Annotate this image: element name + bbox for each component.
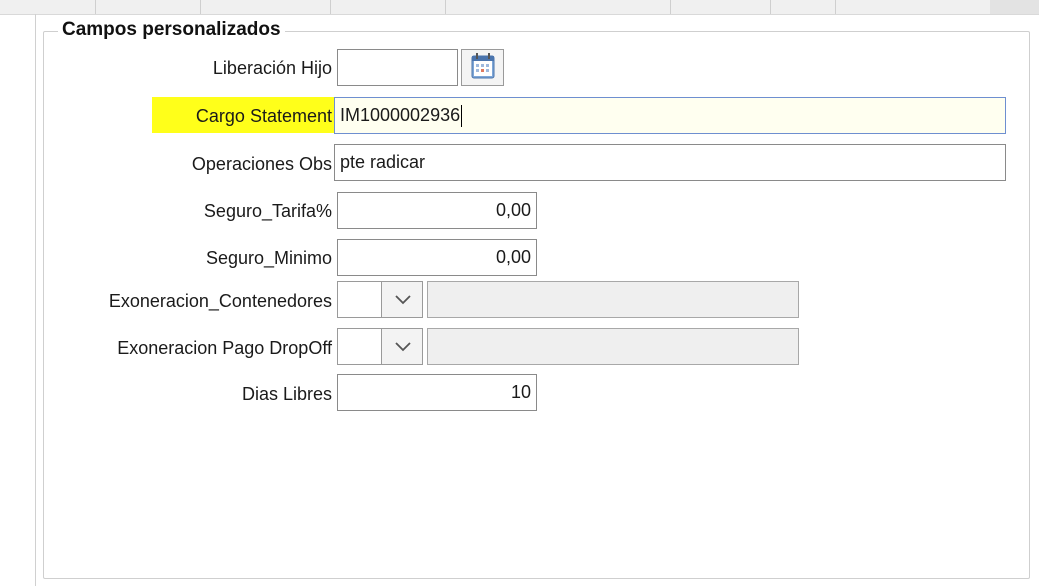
calendar-icon [471, 53, 495, 79]
toolbar-separator [445, 0, 446, 14]
liberacion-hijo-label: Liberación Hijo [212, 58, 332, 78]
top-toolbar-strip [0, 0, 1039, 15]
cargo-statement-value: IM1000002936 [340, 105, 461, 125]
seguro-minimo-input[interactable]: 0,00 [337, 239, 537, 276]
operaciones-obs-input[interactable]: pte radicar [334, 144, 1006, 181]
chevron-down-icon [395, 342, 411, 352]
toolbar-right-pane [990, 0, 1039, 14]
cargo-statement-input[interactable]: IM1000002936 [334, 97, 1006, 134]
exoneracion-pago-dropoff-code[interactable] [337, 328, 382, 365]
toolbar-separator [770, 0, 771, 14]
text-cursor [461, 105, 463, 128]
exoneracion-pago-dropoff-description [427, 328, 799, 365]
exoneracion-contenedores-dropdown-button[interactable] [381, 281, 423, 318]
calendar-button[interactable] [461, 49, 504, 86]
panel-divider [35, 14, 36, 586]
exoneracion-pago-dropoff-dropdown-button[interactable] [381, 328, 423, 365]
dias-libres-label: Dias Libres [241, 384, 332, 404]
exoneracion-contenedores-code[interactable] [337, 281, 382, 318]
toolbar-separator [95, 0, 96, 14]
liberacion-hijo-input[interactable] [337, 49, 458, 86]
toolbar-separator [330, 0, 331, 14]
toolbar-separator [200, 0, 201, 14]
exoneracion-contenedores-description [427, 281, 799, 318]
toolbar-separator [835, 0, 836, 14]
dias-libres-input[interactable]: 10 [337, 374, 537, 411]
toolbar-separator [670, 0, 671, 14]
seguro-tarifa-label: Seguro_Tarifa% [203, 201, 332, 221]
operaciones-obs-label: Operaciones Obs [191, 154, 332, 174]
exoneracion-pago-dropoff-label: Exoneracion Pago DropOff [117, 338, 332, 358]
seguro-tarifa-input[interactable]: 0,00 [337, 192, 537, 229]
exoneracion-contenedores-label: Exoneracion_Contenedores [108, 291, 332, 311]
cargo-statement-label: Cargo Statement [195, 106, 332, 126]
group-title: Campos personalizados [58, 19, 285, 41]
seguro-minimo-label: Seguro_Minimo [205, 248, 332, 268]
chevron-down-icon [395, 295, 411, 305]
